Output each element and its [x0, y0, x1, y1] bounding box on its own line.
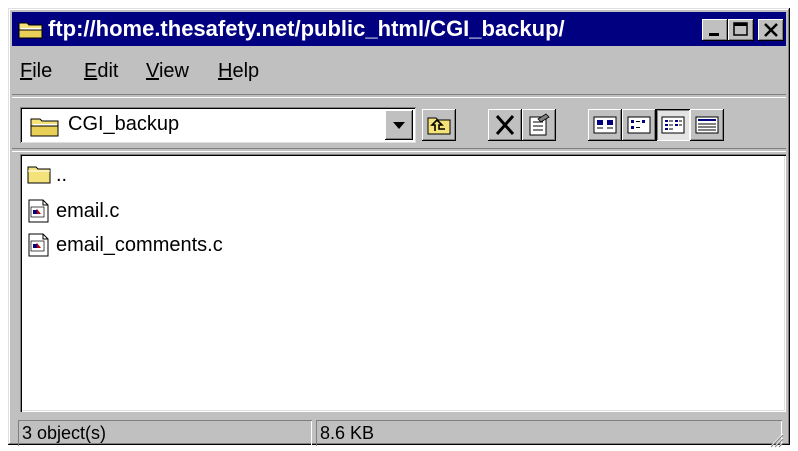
- status-objects-panel: 3 object(s): [18, 420, 312, 446]
- small-icons-view-icon: [627, 116, 651, 134]
- list-view-button[interactable]: [656, 109, 690, 141]
- menu-separator: [12, 94, 786, 98]
- up-one-level-button[interactable]: [422, 109, 456, 141]
- properties-button[interactable]: [522, 109, 556, 141]
- explorer-window: ftp://home.thesafety.net/public_html/CGI…: [8, 8, 790, 448]
- delete-icon: [495, 115, 515, 135]
- menu-help[interactable]: Help: [218, 60, 259, 83]
- status-size: 8.6 KB: [320, 423, 375, 443]
- file-name: ..: [56, 164, 68, 186]
- maximize-icon: [733, 22, 748, 36]
- properties-icon: [529, 113, 550, 136]
- window-title: ftp://home.thesafety.net/public_html/CGI…: [48, 16, 565, 41]
- minimize-button[interactable]: [702, 19, 728, 41]
- maximize-button[interactable]: [728, 19, 754, 41]
- menu-edit[interactable]: Edit: [84, 60, 118, 83]
- status-bar: 3 object(s) 8.6 KB: [12, 420, 786, 450]
- ftp-folder-icon: [30, 118, 59, 137]
- file-name: email.c: [56, 200, 120, 222]
- folder-icon: [27, 166, 51, 184]
- list-view-icon: [661, 116, 685, 134]
- address-value: CGI_backup: [68, 113, 180, 135]
- status-size-panel: 8.6 KB: [316, 420, 782, 446]
- details-view-icon: [695, 116, 719, 134]
- toolbar-separator: [12, 148, 786, 152]
- large-icons-view-button[interactable]: [588, 109, 622, 141]
- status-object-count: 3 object(s): [22, 423, 107, 443]
- address-dropdown-button[interactable]: [385, 110, 413, 140]
- small-icons-view-button[interactable]: [622, 109, 656, 141]
- menu-file[interactable]: File: [20, 60, 52, 83]
- c-source-file-icon: [28, 199, 49, 223]
- file-list[interactable]: .. email.c email_comments.c: [20, 154, 786, 412]
- c-source-file-icon: [28, 233, 49, 257]
- close-icon: [764, 23, 778, 37]
- title-bar[interactable]: ftp://home.thesafety.net/public_html/CGI…: [12, 12, 786, 46]
- minimize-icon: [709, 33, 719, 36]
- up-one-level-icon: [427, 117, 451, 135]
- menu-view[interactable]: View: [146, 60, 189, 83]
- file-name: email_comments.c: [56, 234, 223, 256]
- close-button[interactable]: [758, 19, 784, 41]
- delete-button[interactable]: [488, 109, 522, 141]
- chevron-down-icon: [393, 122, 405, 129]
- ftp-folder-icon: [18, 22, 43, 39]
- resize-grip-icon[interactable]: [764, 428, 784, 448]
- address-combobox[interactable]: CGI_backup: [20, 107, 416, 143]
- details-view-button[interactable]: [690, 109, 724, 141]
- large-icons-view-icon: [593, 116, 617, 134]
